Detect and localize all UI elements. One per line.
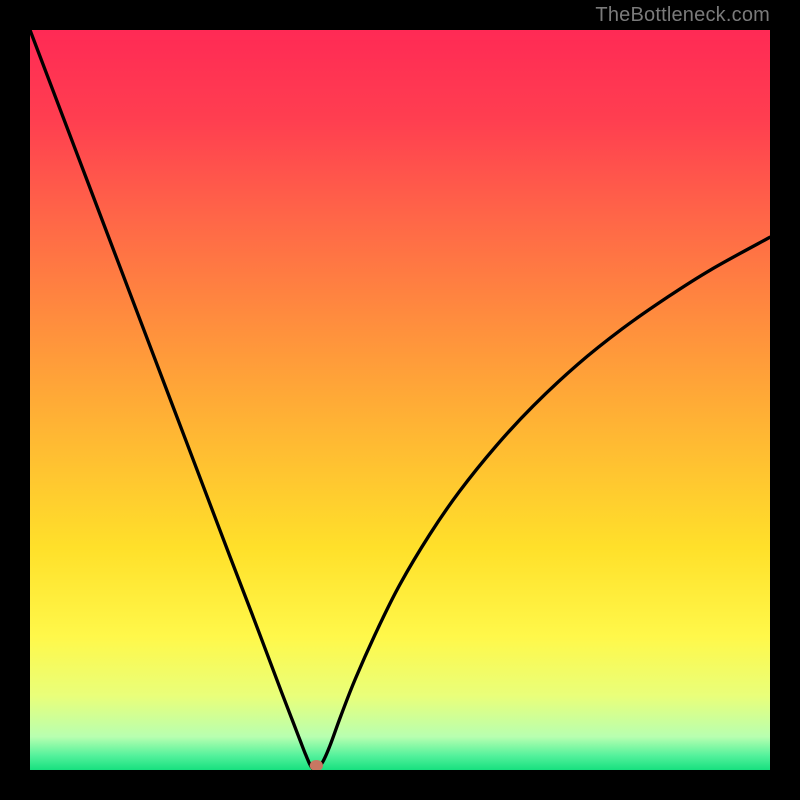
bottleneck-curve xyxy=(30,30,770,770)
plot-area xyxy=(30,30,770,770)
chart-frame: TheBottleneck.com xyxy=(0,0,800,800)
watermark-text: TheBottleneck.com xyxy=(595,4,770,27)
